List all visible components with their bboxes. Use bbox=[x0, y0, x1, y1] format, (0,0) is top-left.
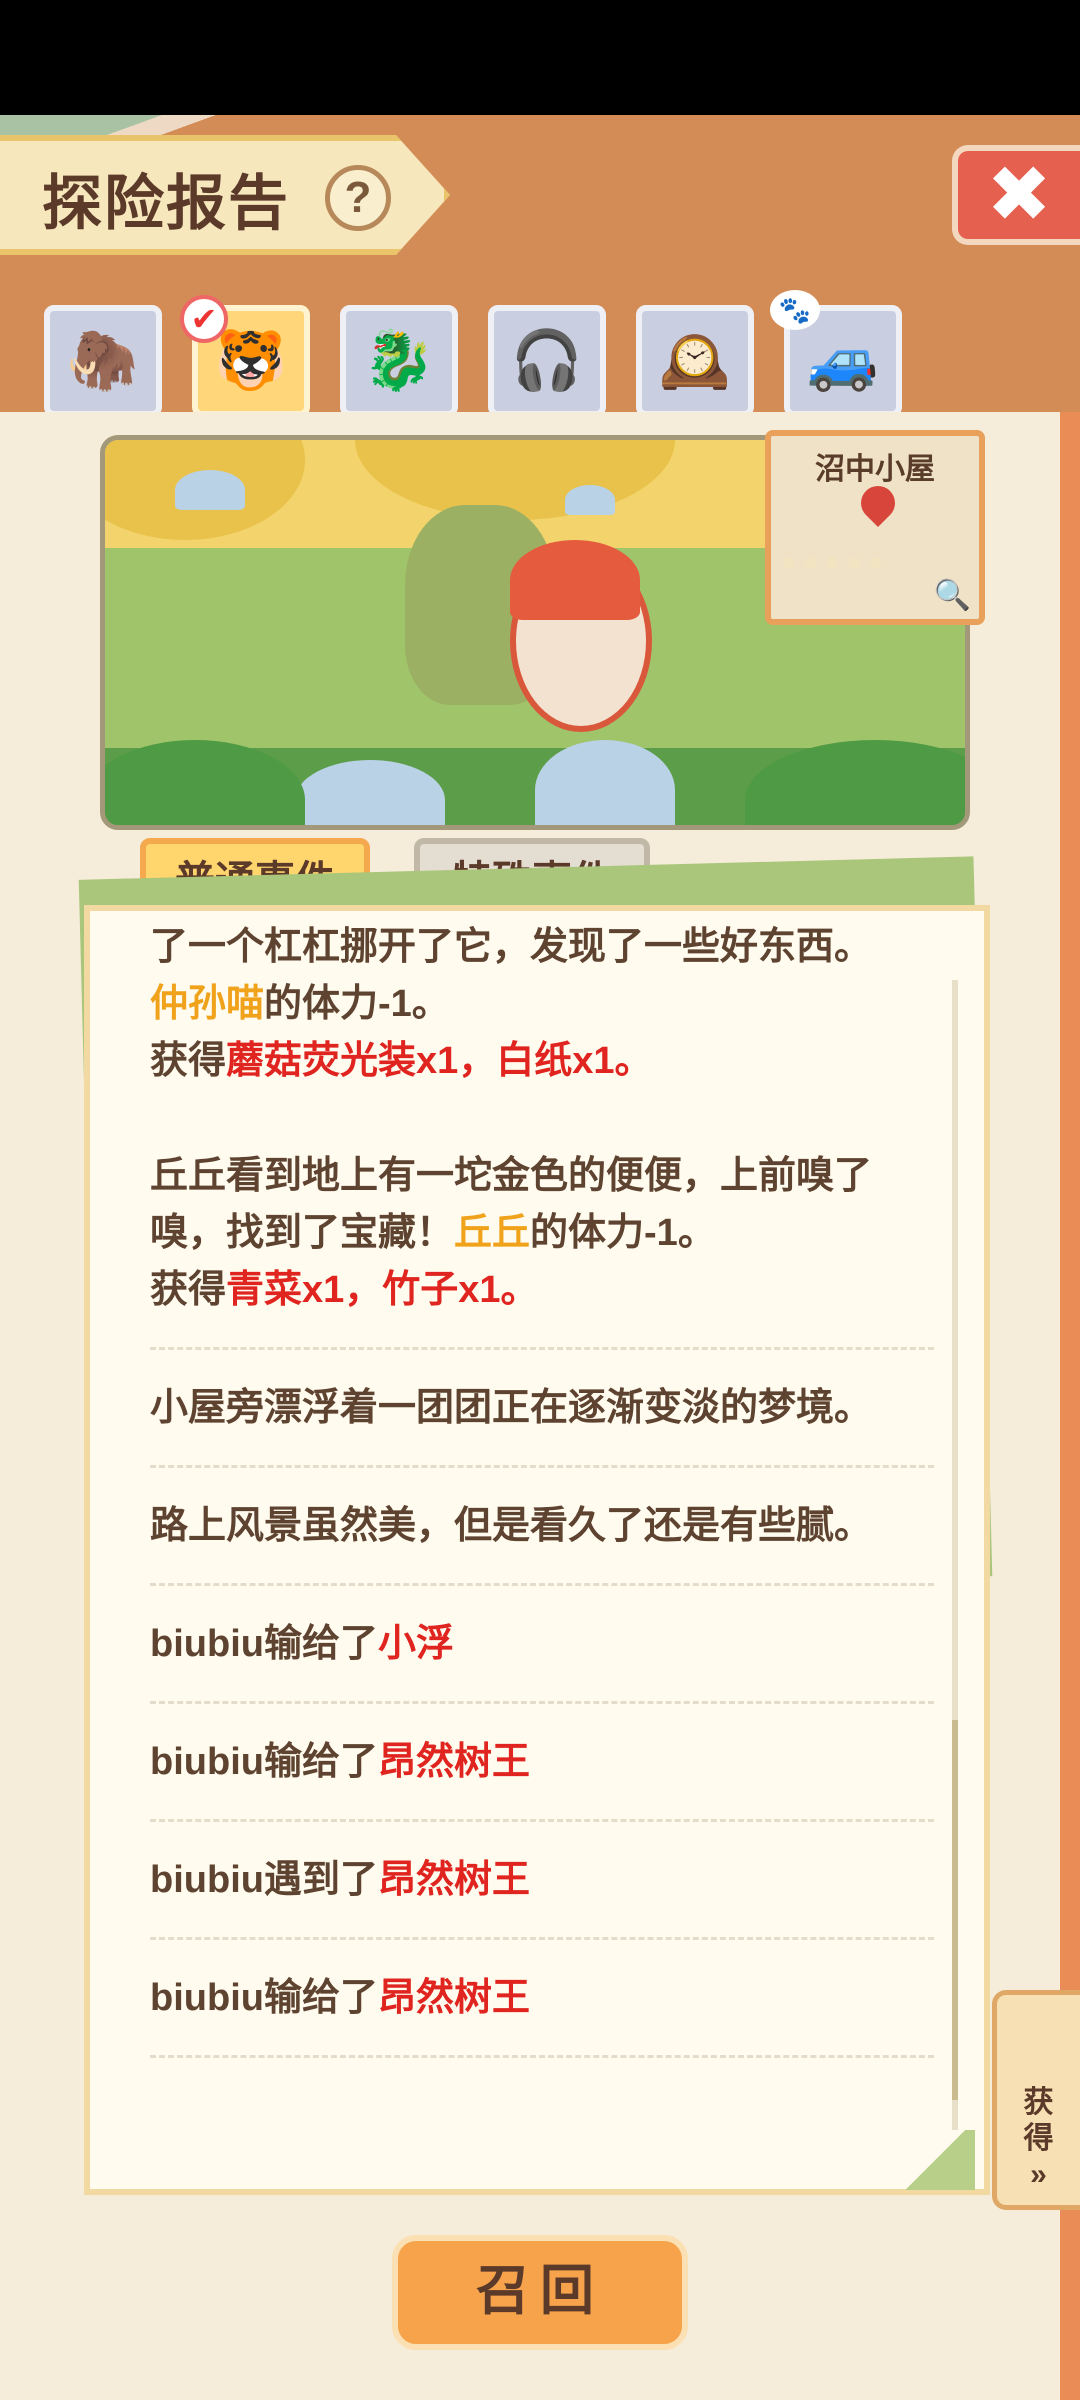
zoom-icon[interactable]: 🔍 bbox=[934, 578, 971, 613]
clock-avatar[interactable]: 🕰️ bbox=[636, 305, 754, 417]
check-icon: ✔ bbox=[180, 295, 228, 343]
log-entry: 丘丘看到地上有一坨金色的便便，上前嗅了 嗅，找到了宝藏！丘丘的体力-1。 获得青… bbox=[102, 1148, 972, 1350]
log-text: 获得 bbox=[150, 1269, 227, 1311]
mammoth-icon: 🦣 bbox=[66, 328, 140, 393]
log-text: 获得 bbox=[150, 1040, 227, 1082]
status-bar bbox=[0, 0, 1080, 115]
log-text: 嗅，找到了宝藏！ bbox=[150, 1212, 455, 1254]
dragon-icon: 🐉 bbox=[362, 328, 436, 393]
location-name: 沼中小屋 bbox=[815, 453, 935, 486]
tree-canopy bbox=[355, 440, 675, 520]
log-entry: 小屋旁漂浮着一团团正在逐渐变淡的梦境。 bbox=[102, 1380, 972, 1468]
log-entry: ⋯ 了一个杠杠挪开了它，发现了一些好东西。 仲孙喵的体力-1。 获得蘑菇荧光装x… bbox=[102, 919, 972, 1118]
double-chevron-icon: » bbox=[1030, 2158, 1047, 2191]
dragon-avatar[interactable]: 🐉 bbox=[340, 305, 458, 417]
reward-items: 蘑菇荧光装x1，白纸x1。 bbox=[226, 1040, 653, 1082]
bush bbox=[745, 740, 965, 825]
actor-name: 仲孙喵 bbox=[150, 983, 265, 1025]
enemy-name: 昂然树王 bbox=[377, 1859, 530, 1901]
mammoth-avatar[interactable]: 🦣 bbox=[44, 305, 162, 417]
log-text: biubiu输给了 bbox=[150, 1977, 378, 2019]
mushroom bbox=[295, 760, 445, 825]
event-log-scroll[interactable]: ⋯ 了一个杠杠挪开了它，发现了一些好东西。 仲孙喵的体力-1。 获得蘑菇荧光装x… bbox=[102, 919, 972, 2181]
log-text: 丘丘看到地上有一坨金色的便便，上前嗅了 bbox=[150, 1155, 873, 1197]
headphones-icon: 🎧 bbox=[510, 328, 584, 393]
path-dots: ●●●●● bbox=[781, 546, 890, 576]
log-text: biubiu输给了 bbox=[150, 1741, 378, 1783]
tiger-icon: 🐯 bbox=[214, 328, 288, 393]
obtained-items-tag[interactable]: 获 得 » bbox=[992, 1990, 1080, 2210]
divider bbox=[150, 1090, 934, 1118]
close-button[interactable]: ✖ bbox=[952, 145, 1080, 245]
divider bbox=[150, 1319, 934, 1350]
explorer-helmet bbox=[510, 540, 640, 620]
divider bbox=[150, 1673, 934, 1704]
tag-label: 得 bbox=[1023, 2122, 1054, 2155]
recall-button[interactable]: 召回 bbox=[392, 2235, 688, 2350]
page-corner-fold bbox=[895, 2130, 975, 2190]
log-text: 路上风景虽然美，但是看久了还是有些腻。 bbox=[150, 1505, 873, 1547]
help-icon[interactable]: ? bbox=[325, 165, 391, 231]
enemy-name: 小浮 bbox=[377, 1623, 454, 1665]
clock-icon: 🕰️ bbox=[658, 328, 732, 393]
scrollbar-thumb[interactable] bbox=[952, 1720, 958, 2100]
log-text: 小屋旁漂浮着一团团正在逐渐变淡的梦境。 bbox=[150, 1387, 873, 1429]
enemy-name: 昂然树王 bbox=[377, 1977, 530, 2019]
reward-items: 青菜x1，竹子x1。 bbox=[226, 1269, 539, 1311]
log-text: biubiu输给了 bbox=[150, 1623, 378, 1665]
divider bbox=[150, 1555, 934, 1586]
tag-label: 获 bbox=[1023, 2086, 1054, 2119]
log-entry: biubiu输给了昂然树王 bbox=[102, 1734, 972, 1822]
event-log-panel[interactable]: ⋯ 了一个杠杠挪开了它，发现了一些好东西。 仲孙喵的体力-1。 获得蘑菇荧光装x… bbox=[84, 905, 990, 2195]
mushroom bbox=[175, 470, 245, 510]
actor-name: 丘丘 bbox=[454, 1212, 531, 1254]
divider bbox=[150, 1437, 934, 1468]
log-text: 的体力-1。 bbox=[264, 983, 450, 1025]
log-entry: biubiu输给了小浮 bbox=[102, 1616, 972, 1704]
close-icon: ✖ bbox=[986, 150, 1052, 238]
divider bbox=[150, 1909, 934, 1940]
truck-icon: 🚙 bbox=[806, 328, 880, 393]
paw-icon: 🐾 bbox=[770, 290, 820, 330]
log-text: 了一个杠杠挪开了它，发现了一些好东西。 bbox=[150, 926, 873, 968]
mushroom bbox=[565, 485, 615, 515]
log-entry: biubiu遇到了昂然树王 bbox=[102, 1852, 972, 1940]
explorer-avatar[interactable]: 🎧 bbox=[488, 305, 606, 417]
mushroom bbox=[535, 740, 675, 825]
log-entry: biubiu输给了昂然树王 bbox=[102, 1970, 972, 2058]
log-text: 的体力-1。 bbox=[530, 1212, 716, 1254]
bush bbox=[105, 740, 305, 825]
log-scrollbar[interactable] bbox=[952, 980, 958, 2130]
log-entry: 路上风景虽然美，但是看久了还是有些腻。 bbox=[102, 1498, 972, 1586]
minimap[interactable]: 沼中小屋 ●●●●● 🔍 bbox=[765, 430, 985, 625]
log-text: biubiu遇到了 bbox=[150, 1859, 378, 1901]
divider bbox=[150, 1791, 934, 1822]
divider bbox=[150, 2027, 934, 2058]
page-title: 探险报告 bbox=[42, 170, 290, 237]
enemy-name: 昂然树王 bbox=[377, 1741, 530, 1783]
